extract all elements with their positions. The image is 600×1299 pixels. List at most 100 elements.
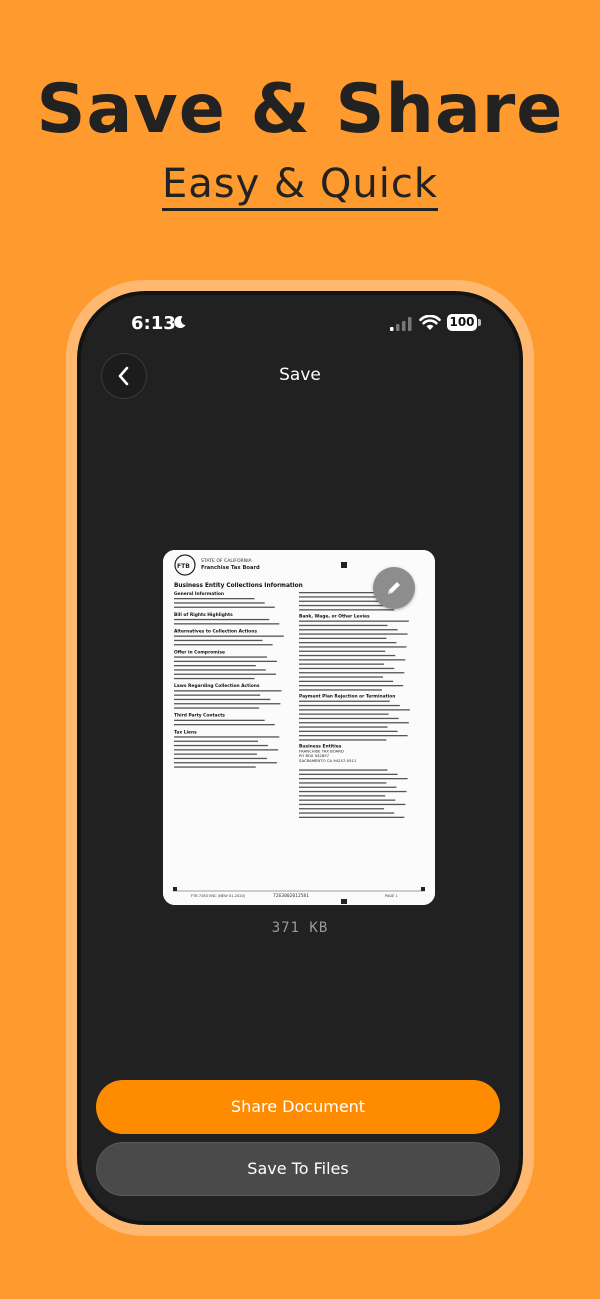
share-document-button[interactable]: Share Document bbox=[96, 1080, 500, 1134]
promo-subheadline: Easy & Quick bbox=[0, 158, 600, 211]
doc-text-line bbox=[299, 808, 385, 810]
doc-text-line bbox=[299, 730, 398, 732]
doc-text-line bbox=[299, 685, 404, 687]
doc-text-line bbox=[299, 799, 396, 801]
promo-headline: Save & Share bbox=[36, 70, 564, 149]
doc-text-line bbox=[299, 637, 387, 639]
status-time: 6:13 bbox=[131, 313, 176, 334]
doc-text-line bbox=[174, 749, 279, 751]
doc-text-line bbox=[299, 642, 397, 644]
doc-text-line bbox=[174, 623, 280, 625]
cellular-signal-icon bbox=[390, 317, 412, 331]
nav-title: Save bbox=[279, 365, 321, 385]
edit-button[interactable] bbox=[373, 567, 415, 609]
doc-text-line bbox=[299, 812, 395, 814]
file-size-label: 371 KB bbox=[271, 920, 329, 936]
doc-text-line bbox=[299, 773, 398, 775]
doc-section-heading: Bill of Rights Highlights bbox=[174, 612, 233, 618]
doc-text-line bbox=[299, 704, 400, 707]
doc-text-line bbox=[299, 654, 396, 657]
doc-footer-center: 7263002012581 bbox=[273, 893, 309, 899]
doc-text-line bbox=[299, 739, 387, 741]
doc-footer-right: PAGE 1 bbox=[385, 894, 398, 898]
doc-text-line bbox=[174, 618, 270, 621]
doc-text-line bbox=[299, 689, 382, 691]
doc-text-line bbox=[299, 659, 406, 661]
doc-text-line bbox=[299, 624, 388, 627]
doc-text-line bbox=[174, 698, 271, 701]
doc-text-line bbox=[174, 639, 263, 642]
pencil-icon bbox=[388, 582, 400, 594]
wifi-icon bbox=[419, 315, 441, 330]
doc-text-line bbox=[174, 724, 275, 726]
doc-section-heading: Alternatives to Collection Actions bbox=[174, 629, 257, 635]
doc-text-line bbox=[174, 598, 255, 600]
doc-section-heading: General Information bbox=[174, 591, 224, 597]
doc-text-line bbox=[299, 795, 386, 797]
doc-text-line bbox=[174, 707, 260, 709]
promo-subheadline-text: Easy & Quick bbox=[161, 161, 439, 211]
doc-address-line: SACRAMENTO CA 94257-0511 bbox=[299, 758, 357, 763]
doc-text-line bbox=[174, 762, 277, 764]
doc-text-line bbox=[174, 744, 269, 747]
doc-text-line bbox=[174, 694, 261, 696]
doc-section-heading: Laws Regarding Collection Actions bbox=[174, 683, 260, 689]
doc-text-line bbox=[299, 769, 388, 771]
doc-section-heading: Third Party Contacts bbox=[174, 713, 225, 719]
doc-text-line bbox=[299, 709, 410, 711]
doc-text-line bbox=[299, 646, 407, 648]
doc-title: Business Entity Collections Information bbox=[174, 583, 303, 589]
doc-text-line bbox=[174, 665, 256, 667]
doc-text-line bbox=[174, 766, 256, 768]
doc-section-heading: Tax Liens bbox=[174, 729, 197, 735]
doc-text-line bbox=[174, 660, 277, 662]
doc-text-line bbox=[174, 644, 273, 646]
doc-text-line bbox=[299, 790, 407, 793]
doc-text-line bbox=[174, 669, 266, 671]
svg-text:FTB: FTB bbox=[177, 563, 190, 570]
doc-text-line bbox=[299, 816, 405, 818]
doc-text-line bbox=[299, 667, 395, 670]
battery-tip bbox=[478, 319, 481, 326]
phone-screen: 6:13 100 Save FTB STATE OF CALIFORNIA Fr… bbox=[81, 295, 519, 1221]
save-to-files-button[interactable]: Save To Files bbox=[96, 1142, 500, 1196]
doc-text-line bbox=[299, 778, 408, 780]
doc-text-line bbox=[299, 620, 409, 622]
doc-text-line bbox=[299, 629, 398, 631]
doc-text-line bbox=[174, 736, 280, 738]
doc-text-line bbox=[174, 656, 267, 658]
doc-text-line bbox=[299, 782, 387, 784]
doc-text-line bbox=[299, 592, 386, 594]
doc-footer-left: FTB 7263 ENC (NEW 01-2020) bbox=[191, 894, 246, 898]
doc-header-line1: STATE OF CALIFORNIA bbox=[201, 558, 253, 564]
doc-section-heading: Payment Plan Rejection or Termination bbox=[299, 694, 395, 700]
doc-text-line bbox=[299, 786, 397, 788]
doc-text-line bbox=[299, 700, 390, 702]
doc-text-line bbox=[174, 740, 258, 742]
doc-text-line bbox=[174, 753, 257, 755]
doc-section-heading: Offer in Compromise bbox=[174, 649, 225, 655]
moon-icon bbox=[174, 316, 186, 329]
doc-text-line bbox=[299, 650, 386, 652]
doc-text-line bbox=[174, 690, 282, 692]
doc-text-line bbox=[299, 717, 399, 720]
doc-text-line bbox=[299, 735, 408, 737]
doc-text-line bbox=[299, 803, 406, 806]
doc-text-line bbox=[299, 676, 383, 678]
doc-text-line bbox=[299, 680, 394, 682]
doc-text-line bbox=[174, 703, 281, 705]
doc-text-line bbox=[299, 633, 408, 635]
doc-text-line bbox=[174, 677, 255, 680]
doc-text-line bbox=[299, 722, 409, 724]
battery-icon: 100 bbox=[447, 314, 477, 331]
doc-text-line bbox=[174, 673, 276, 675]
doc-header-line2: Franchise Tax Board bbox=[201, 565, 260, 571]
doc-text-line bbox=[299, 672, 405, 674]
doc-text-line bbox=[174, 635, 284, 637]
doc-text-line bbox=[299, 604, 385, 607]
doc-text-line bbox=[299, 663, 385, 665]
doc-text-line bbox=[174, 602, 265, 604]
doc-text-line bbox=[174, 719, 265, 721]
doc-text-line bbox=[299, 713, 389, 715]
doc-text-line bbox=[174, 757, 267, 760]
